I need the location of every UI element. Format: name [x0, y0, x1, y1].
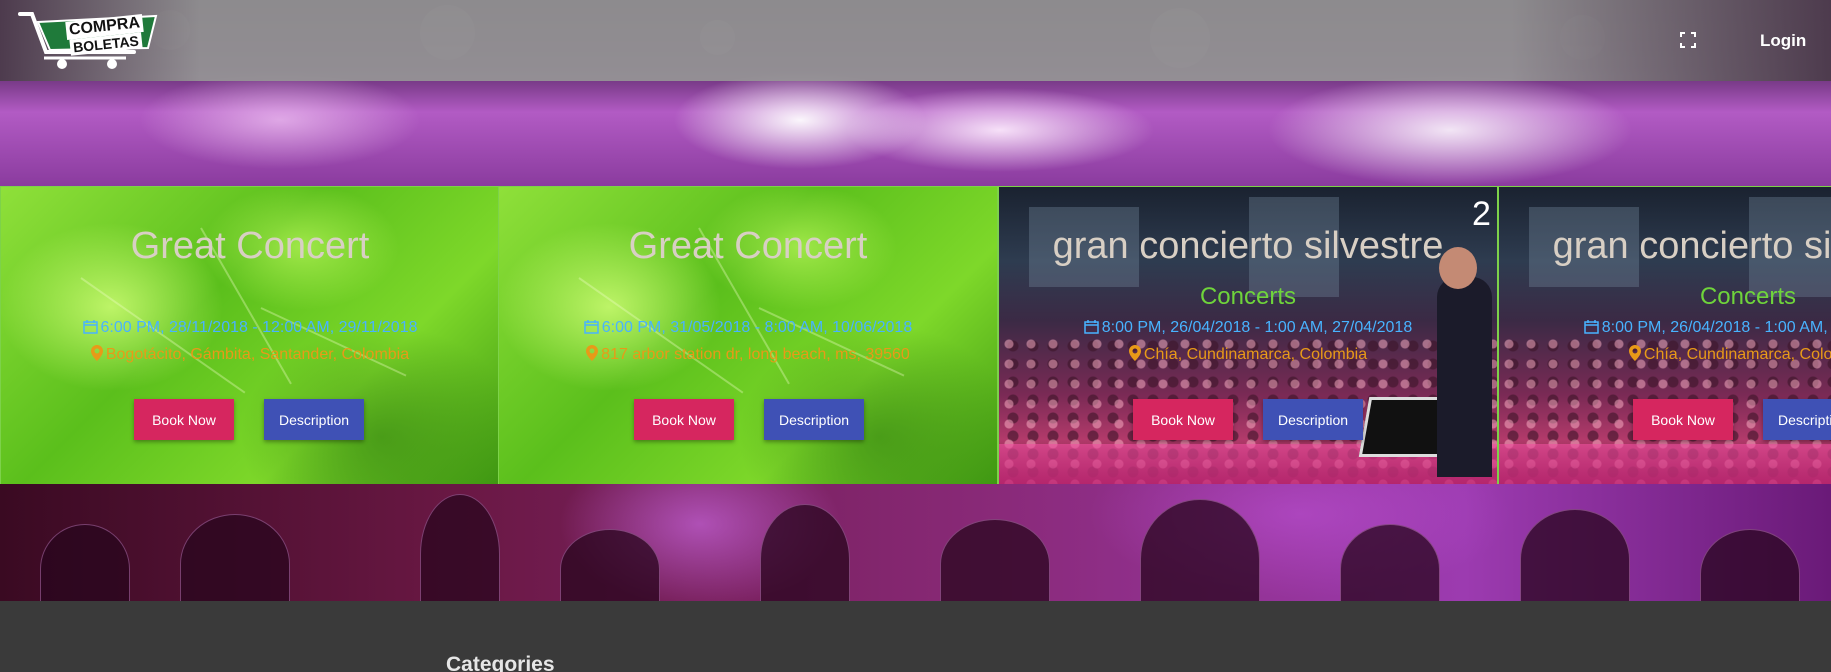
calendar-icon [584, 320, 599, 334]
categories-heading: Categories [446, 653, 555, 672]
event-carousel: Great Concert 6:00 PM, 28/11/2018 - 12:0… [0, 186, 1831, 485]
event-location-text: Chía, Cundinamarca, Colombia [1143, 346, 1368, 363]
event-date-text: 6:00 PM, 28/11/2018 - 12:00 AM, 29/11/20… [100, 319, 418, 336]
map-marker-icon [586, 345, 599, 361]
event-card: Great Concert 6:00 PM, 31/05/2018 - 8:00… [498, 186, 998, 485]
event-location-text: 817 arbor station dr, long beach, ms, 39… [601, 346, 910, 363]
footer: Categories [0, 601, 1831, 672]
event-location: Bogotácito, Gámbita, Santander, Colombia [1, 345, 499, 364]
book-now-button[interactable]: Book Now [1133, 399, 1233, 440]
event-category: Concerts [1699, 283, 1797, 310]
description-button[interactable]: Description [764, 399, 864, 440]
event-title: gran concierto silvestre [1052, 225, 1444, 267]
calendar-icon [82, 320, 98, 334]
event-title: Great Concert [628, 225, 868, 267]
event-location: 817 arbor station dr, long beach, ms, 39… [499, 345, 997, 364]
event-date-text: 8:00 PM, 26/04/2018 - 1:00 AM, 27/04/201… [1601, 319, 1831, 336]
event-location: Chía, Cundinamarca, Colombia [1499, 345, 1831, 364]
login-link[interactable]: Login [1760, 31, 1806, 51]
event-title: gran concierto silvestre [1552, 225, 1831, 267]
top-navbar [0, 0, 1831, 81]
book-now-button[interactable]: Book Now [634, 399, 734, 440]
event-location-text: Chía, Cundinamarca, Colombia [1643, 346, 1831, 363]
event-date: 8:00 PM, 26/04/2018 - 1:00 AM, 27/04/201… [1499, 319, 1831, 337]
calendar-icon [1584, 320, 1599, 334]
event-location-text: Bogotácito, Gámbita, Santander, Colombia [105, 346, 410, 363]
event-category: Concerts [1199, 283, 1297, 310]
event-location: Chía, Cundinamarca, Colombia [999, 345, 1497, 364]
event-date-text: 8:00 PM, 26/04/2018 - 1:00 AM, 27/04/201… [1101, 319, 1413, 336]
description-button[interactable]: Description [1263, 399, 1363, 440]
event-date: 6:00 PM, 28/11/2018 - 12:00 AM, 29/11/20… [1, 319, 499, 337]
event-title: Great Concert [130, 225, 370, 267]
event-date: 6:00 PM, 31/05/2018 - 8:00 AM, 10/06/201… [499, 319, 997, 337]
event-date: 8:00 PM, 26/04/2018 - 1:00 AM, 27/04/201… [999, 319, 1497, 337]
event-card: gran concierto silvestre Concerts 8:00 P… [1498, 186, 1831, 485]
concert-crowd-banner [0, 484, 1831, 601]
fullscreen-icon[interactable] [1680, 32, 1696, 48]
description-button[interactable]: Description [1763, 399, 1831, 440]
book-now-button[interactable]: Book Now [1633, 399, 1733, 440]
map-marker-icon [1628, 345, 1641, 361]
map-marker-icon [90, 345, 103, 361]
calendar-icon [1084, 320, 1099, 334]
book-now-button[interactable]: Book Now [134, 399, 234, 440]
site-logo[interactable]: COMPRA BOLETAS [16, 8, 161, 72]
description-button[interactable]: Description [264, 399, 364, 440]
event-card: Great Concert 6:00 PM, 28/11/2018 - 12:0… [0, 186, 500, 485]
event-card: 2 gran concierto silvestre Concerts 8:00… [998, 186, 1498, 485]
event-date-text: 6:00 PM, 31/05/2018 - 8:00 AM, 10/06/201… [601, 319, 913, 336]
map-marker-icon [1128, 345, 1141, 361]
